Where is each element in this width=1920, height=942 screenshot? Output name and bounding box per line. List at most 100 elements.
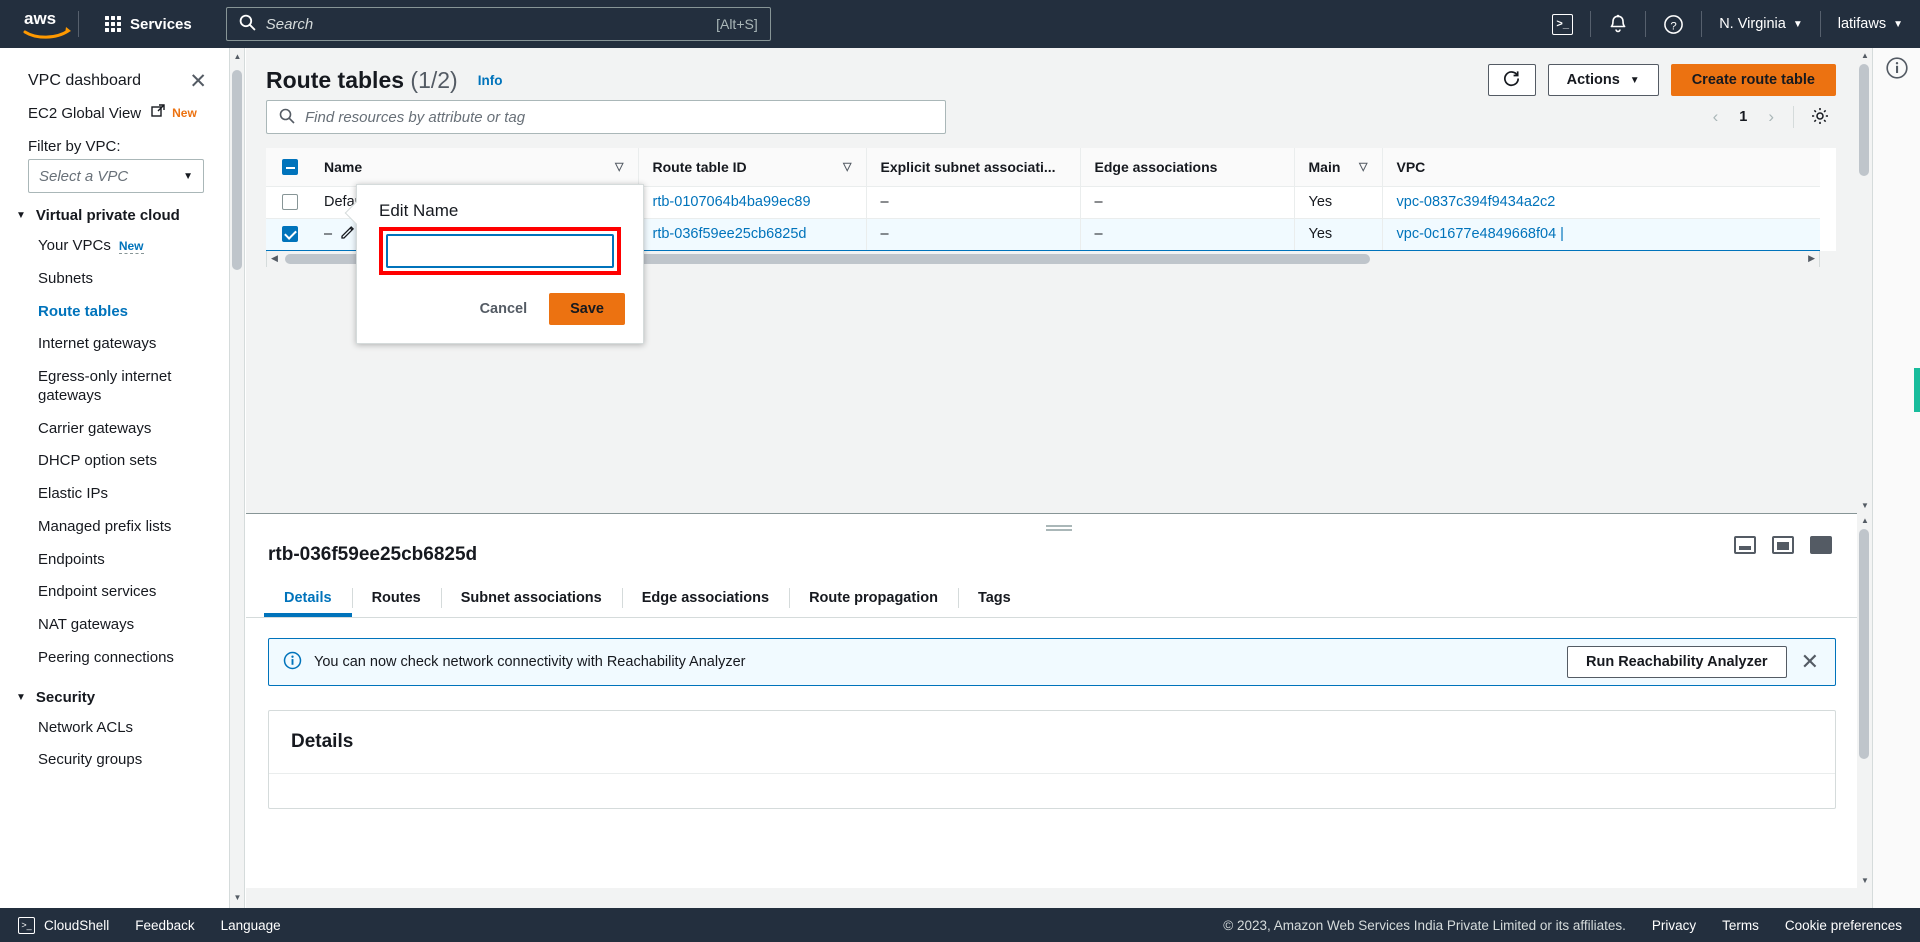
search-placeholder: Find resources by attribute or tag xyxy=(305,108,526,126)
cancel-button[interactable]: Cancel xyxy=(472,295,536,323)
info-circle-icon[interactable] xyxy=(1885,56,1909,80)
refresh-button[interactable] xyxy=(1487,64,1536,96)
sidebar-group-security[interactable]: ▼ Security xyxy=(0,675,229,712)
sidebar-item-internet-gateways[interactable]: Internet gateways xyxy=(0,328,229,361)
scroll-left-icon[interactable]: ◀ xyxy=(271,253,278,264)
cell-vpc-value[interactable]: vpc-0837c394f9434a2c2 xyxy=(1397,194,1556,210)
tab-details[interactable]: Details xyxy=(264,580,352,617)
drag-handle-icon[interactable] xyxy=(1046,525,1072,531)
tab-tags[interactable]: Tags xyxy=(957,580,1031,617)
actions-button[interactable]: Actions ▼ xyxy=(1547,64,1659,96)
panel-bottom-icon[interactable] xyxy=(1734,536,1756,554)
sort-icon[interactable]: ▽ xyxy=(843,160,851,173)
prev-page-button[interactable]: ‹ xyxy=(1704,103,1728,131)
tab-subnet-associations[interactable]: Subnet associations xyxy=(440,580,622,617)
sidebar-item-dhcp-option-sets[interactable]: DHCP option sets xyxy=(0,445,229,478)
search-icon xyxy=(239,14,256,34)
scrollbar-thumb[interactable] xyxy=(232,70,242,270)
page-number[interactable]: 1 xyxy=(1731,109,1755,125)
select-all-checkbox[interactable] xyxy=(282,159,298,176)
feedback-link[interactable]: Feedback xyxy=(135,918,194,933)
bell-icon[interactable] xyxy=(1591,0,1645,48)
split-panel-vertical-scrollbar[interactable]: ▲ ▼ xyxy=(1857,513,1872,888)
create-route-table-button[interactable]: Create route table xyxy=(1670,64,1836,96)
scrollbar-thumb[interactable] xyxy=(1859,529,1869,759)
sidebar-item-label: Network ACLs xyxy=(38,718,134,736)
sidebar-group-virtual-private-cloud[interactable]: ▼ Virtual private cloud xyxy=(0,193,229,230)
main-vertical-scrollbar[interactable]: ▲ ▼ xyxy=(1857,48,1872,513)
scroll-up-icon[interactable]: ▲ xyxy=(1861,516,1869,525)
sidebar-item-peering-connections[interactable]: Peering connections xyxy=(0,642,229,675)
sidebar-item-ec2-global-view[interactable]: EC2 Global View New xyxy=(0,98,229,128)
cloudshell-icon[interactable]: >_ xyxy=(1535,0,1590,48)
sidebar-item-endpoints[interactable]: Endpoints xyxy=(0,544,229,577)
aws-logo[interactable]: aws xyxy=(22,7,74,41)
column-header-content: Main ▽ xyxy=(1309,159,1368,175)
info-link[interactable]: Info xyxy=(478,73,503,88)
region-selector[interactable]: N. Virginia ▼ xyxy=(1702,0,1820,48)
scrollbar-thumb[interactable] xyxy=(1859,64,1869,176)
column-header-content: VPC xyxy=(1397,159,1807,175)
sidebar-item-security-groups[interactable]: Security groups xyxy=(0,744,229,777)
run-reachability-analyzer-button[interactable]: Run Reachability Analyzer xyxy=(1566,646,1787,678)
sidebar-item-managed-prefix-lists[interactable]: Managed prefix lists xyxy=(0,511,229,544)
sidebar-group-label: Virtual private cloud xyxy=(35,207,180,224)
account-menu[interactable]: latifaws ▼ xyxy=(1821,0,1920,48)
cloudshell-button[interactable]: >_ CloudShell xyxy=(18,916,109,934)
scroll-down-icon[interactable]: ▼ xyxy=(233,893,242,902)
sidebar-item-nat-gateways[interactable]: NAT gateways xyxy=(0,609,229,642)
edit-pencil-icon[interactable] xyxy=(340,226,356,244)
vpc-filter-select[interactable]: Select a VPC ▼ xyxy=(28,159,204,193)
sidebar-item-egress-only-internet-gateways[interactable]: Egress-only internet gateways xyxy=(0,361,229,413)
terms-link[interactable]: Terms xyxy=(1722,918,1759,933)
sidebar-item-your-vpcs[interactable]: Your VPCs New xyxy=(0,230,229,263)
sidebar-item-network-acls[interactable]: Network ACLs xyxy=(0,712,229,745)
language-link[interactable]: Language xyxy=(221,918,281,933)
global-search-input[interactable]: Search [Alt+S] xyxy=(225,7,771,41)
name-input[interactable] xyxy=(386,234,614,268)
column-header-main[interactable]: Main ▽ xyxy=(1293,148,1382,187)
sidebar-scrollbar[interactable]: ▲ ▼ xyxy=(230,48,245,942)
sidebar-item-endpoint-services[interactable]: Endpoint services xyxy=(0,576,229,609)
privacy-link[interactable]: Privacy xyxy=(1652,918,1696,933)
banner-text: You can now check network connectivity w… xyxy=(314,654,746,670)
sidebar-title[interactable]: VPC dashboard xyxy=(28,72,141,90)
question-circle-icon[interactable]: ? xyxy=(1646,0,1701,48)
search-input[interactable]: Find resources by attribute or tag xyxy=(266,100,946,134)
services-menu-button[interactable]: Services xyxy=(93,10,204,39)
nav-right-group: >_ ? N. Virginia ▼ latifaws ▼ xyxy=(1535,0,1920,48)
tab-route-propagation[interactable]: Route propagation xyxy=(789,580,958,617)
column-header-name[interactable]: Name ▽ xyxy=(310,148,638,187)
sidebar-item-carrier-gateways[interactable]: Carrier gateways xyxy=(0,413,229,446)
cell-route-table-id-value[interactable]: rtb-0107064b4ba99ec89 xyxy=(653,194,811,210)
scroll-up-icon[interactable]: ▲ xyxy=(1861,51,1869,60)
column-header-route-table-id[interactable]: Route table ID ▽ xyxy=(637,148,866,187)
save-button[interactable]: Save xyxy=(549,293,625,325)
scroll-up-icon[interactable]: ▲ xyxy=(233,52,242,61)
row-checkbox[interactable] xyxy=(282,194,298,211)
sidebar-item-subnets[interactable]: Subnets xyxy=(0,263,229,296)
scroll-down-icon[interactable]: ▼ xyxy=(1861,876,1869,885)
cell-vpc-value[interactable]: vpc-0c1677e4849668f04 | xyxy=(1397,226,1564,242)
row-checkbox[interactable] xyxy=(282,226,298,243)
details-card: Details xyxy=(268,710,1836,809)
gear-icon[interactable] xyxy=(1804,104,1836,131)
split-panel: rtb-036f59ee25cb6825d Details Routes Subne… xyxy=(246,513,1872,888)
close-icon[interactable]: ✕ xyxy=(1801,651,1819,673)
scroll-right-icon[interactable]: ▶ xyxy=(1808,253,1815,264)
tab-routes[interactable]: Routes xyxy=(351,580,441,617)
sidebar-item-route-tables[interactable]: Route tables xyxy=(0,296,229,329)
cookie-preferences-link[interactable]: Cookie preferences xyxy=(1785,918,1902,933)
panel-full-icon[interactable] xyxy=(1810,536,1832,554)
scroll-down-icon[interactable]: ▼ xyxy=(1861,501,1869,510)
next-page-button[interactable]: › xyxy=(1759,103,1783,131)
tab-edge-associations[interactable]: Edge associations xyxy=(621,580,789,617)
cell-route-table-id-value[interactable]: rtb-036f59ee25cb6825d xyxy=(653,226,807,242)
panel-split-icon[interactable] xyxy=(1772,536,1794,554)
help-panel-tab[interactable] xyxy=(1914,368,1920,412)
sort-icon[interactable]: ▽ xyxy=(615,160,623,173)
cell-explicit-subnet-associations-value: – xyxy=(880,194,889,210)
sort-icon[interactable]: ▽ xyxy=(1359,160,1367,173)
close-icon[interactable]: ✕ xyxy=(189,71,207,92)
sidebar-item-elastic-ips[interactable]: Elastic IPs xyxy=(0,478,229,511)
